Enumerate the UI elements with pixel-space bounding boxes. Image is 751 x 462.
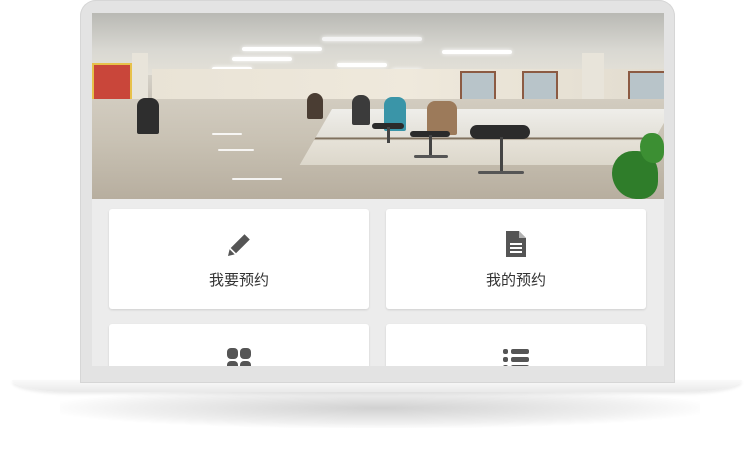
document-icon	[506, 231, 526, 257]
list-menu-tile[interactable]	[386, 324, 646, 366]
ceiling-light	[442, 50, 512, 54]
chair	[387, 127, 390, 143]
person-figure	[427, 101, 457, 135]
chair	[429, 135, 432, 157]
list-icon	[503, 349, 529, 366]
ceiling-light	[242, 47, 322, 51]
floor-reflection	[232, 178, 282, 180]
ceiling-light	[322, 37, 422, 41]
hall-window	[522, 71, 558, 101]
floor-reflection	[218, 149, 254, 151]
person-figure	[307, 93, 323, 119]
potted-plant	[640, 133, 664, 163]
my-appointments-tile[interactable]: 我的预约	[386, 209, 646, 309]
floor-reflection	[212, 133, 242, 135]
base-shadow	[60, 388, 700, 428]
make-appointment-tile[interactable]: 我要预约	[109, 209, 369, 309]
hall-window	[628, 71, 664, 101]
person-figure	[137, 98, 159, 134]
grid-menu-tile[interactable]	[109, 324, 369, 366]
tile-label: 我要预约	[208, 271, 269, 289]
pencil-icon	[228, 234, 250, 256]
chair	[500, 137, 503, 171]
ceiling-light	[232, 57, 292, 61]
person-figure	[352, 95, 370, 125]
chair	[478, 171, 524, 174]
tile-label: 我的预约	[485, 271, 546, 289]
device-mockup: 我要预约 我的预约	[0, 0, 751, 462]
hall-window	[460, 71, 496, 101]
hero-banner-image	[92, 13, 664, 199]
ceiling-light	[337, 63, 387, 67]
app-screen: 我要预约 我的预约	[92, 13, 664, 366]
grid-icon	[227, 348, 251, 366]
chair	[414, 155, 448, 158]
